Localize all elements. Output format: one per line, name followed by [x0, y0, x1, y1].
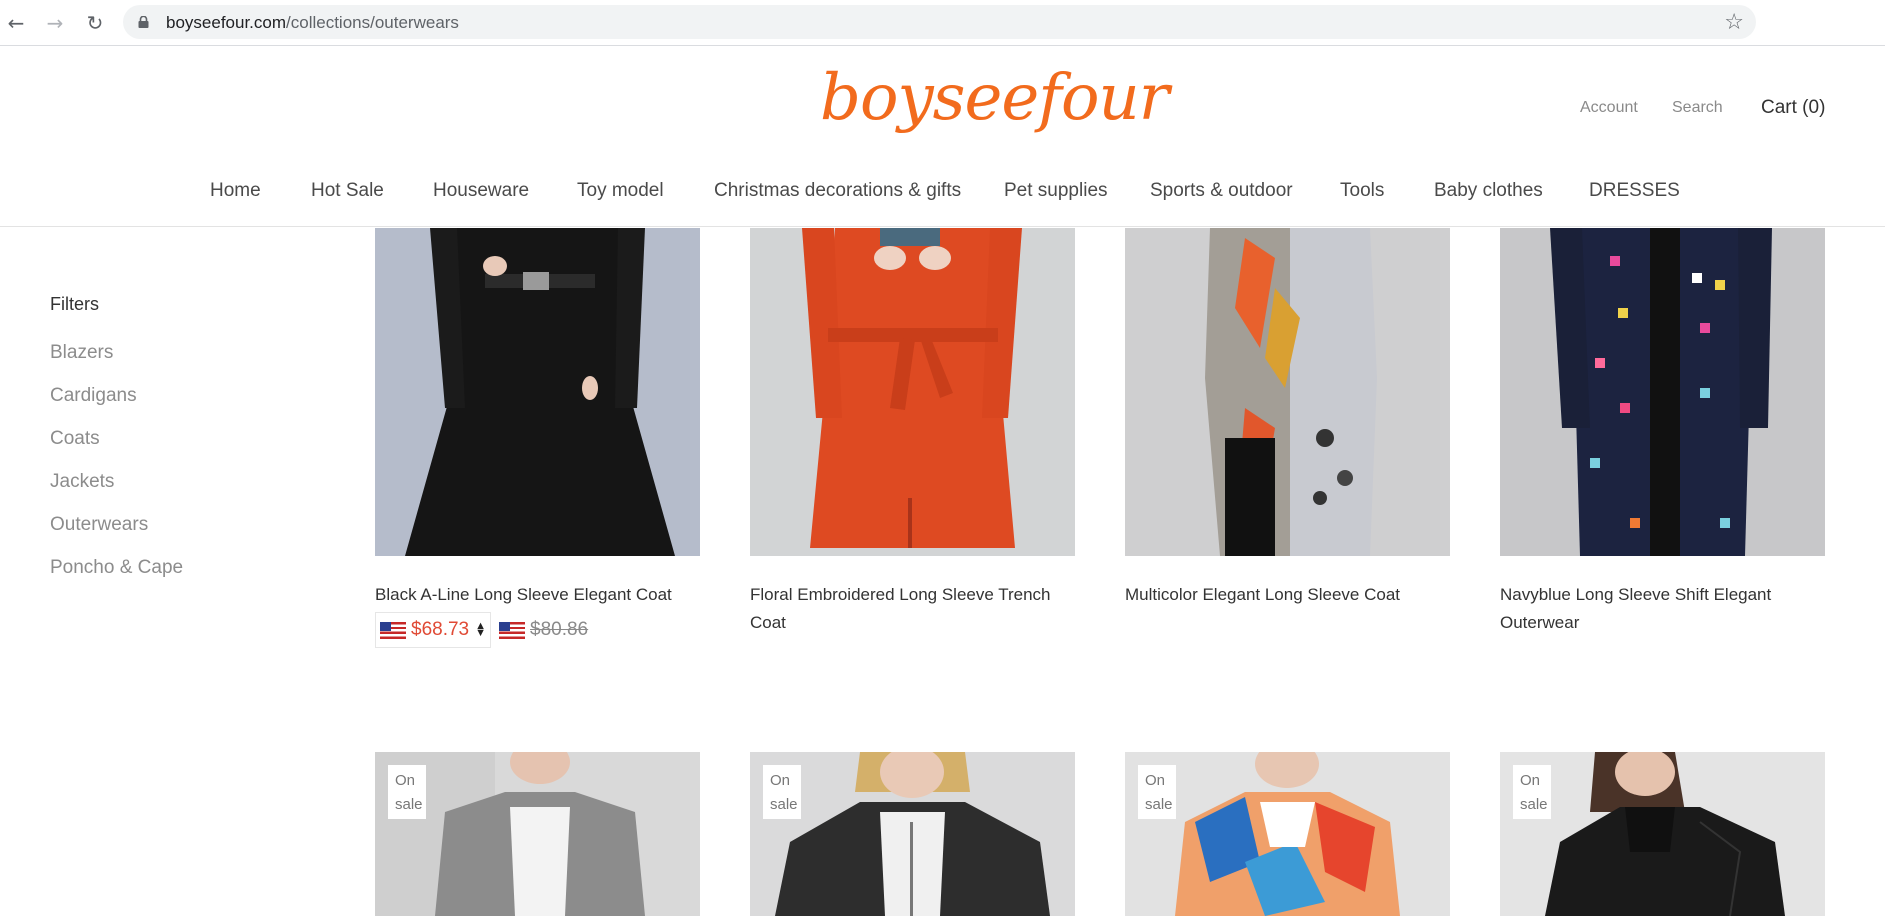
product-title[interactable]: Navyblue Long Sleeve Shift Elegant Outer… — [1500, 581, 1825, 637]
product-title[interactable]: Floral Embroidered Long Sleeve Trench Co… — [750, 581, 1075, 637]
product-image[interactable] — [375, 228, 700, 556]
compare-price: $80.86 — [530, 619, 589, 640]
sale-price: $68.73 — [411, 619, 470, 640]
filter-poncho-cape[interactable]: Poncho & Cape — [50, 557, 183, 579]
product-image[interactable] — [1125, 228, 1450, 556]
url-text: boyseefour.com/collections/outerwears — [166, 13, 459, 33]
product-image[interactable]: On sale — [1500, 752, 1825, 916]
account-link[interactable]: Account — [1580, 99, 1638, 117]
nav-item-pet-supplies[interactable]: Pet supplies — [1004, 180, 1108, 202]
black-coat-illustration — [375, 228, 700, 556]
address-bar[interactable]: boyseefour.com/collections/outerwears ☆ — [123, 5, 1756, 39]
on-sale-badge: On sale — [388, 765, 426, 819]
lock-icon — [138, 16, 149, 28]
compare-price-group: $80.86 — [499, 619, 588, 641]
on-sale-badge: On sale — [763, 765, 801, 819]
forward-arrow-icon[interactable]: → — [41, 9, 69, 37]
multicolor-coat-illustration — [1125, 228, 1450, 556]
nav-item-baby-clothes[interactable]: Baby clothes — [1434, 180, 1543, 202]
currency-selector[interactable]: $68.73 ▲ ▼ — [375, 612, 492, 648]
nav-item-sports-outdoor[interactable]: Sports & outdoor — [1150, 180, 1293, 202]
us-flag-icon — [499, 621, 526, 639]
filter-blazers[interactable]: Blazers — [50, 342, 113, 364]
nav-item-dresses[interactable]: DRESSES — [1589, 180, 1680, 202]
product-image[interactable]: On sale — [750, 752, 1075, 916]
nav-item-christmas[interactable]: Christmas decorations & gifts — [714, 180, 961, 202]
main-navigation: Home Hot Sale Houseware Toy model Christ… — [0, 180, 1885, 210]
site-logo[interactable]: boyseefour — [820, 61, 1169, 135]
nav-item-home[interactable]: Home — [210, 180, 261, 202]
navy-coat-illustration — [1500, 228, 1825, 556]
browser-toolbar: ← → ↻ boyseefour.com/collections/outerwe… — [0, 0, 1885, 46]
on-sale-badge: On sale — [1513, 765, 1551, 819]
nav-item-hot-sale[interactable]: Hot Sale — [311, 180, 384, 202]
product-title[interactable]: Black A-Line Long Sleeve Elegant Coat — [375, 581, 700, 609]
product-price-row: $68.73 ▲ ▼ $80.86 — [375, 612, 588, 648]
filter-jackets[interactable]: Jackets — [50, 471, 114, 493]
site-header: boyseefour Account Search Cart (0) Home … — [0, 47, 1885, 227]
on-sale-badge: On sale — [1138, 765, 1176, 819]
back-arrow-icon[interactable]: ← — [2, 9, 30, 37]
nav-item-houseware[interactable]: Houseware — [433, 180, 529, 202]
filter-coats[interactable]: Coats — [50, 428, 100, 450]
product-title[interactable]: Multicolor Elegant Long Sleeve Coat — [1125, 581, 1450, 609]
nav-item-tools[interactable]: Tools — [1340, 180, 1384, 202]
us-flag-icon — [380, 621, 406, 639]
product-image[interactable] — [750, 228, 1075, 556]
reload-icon[interactable]: ↻ — [81, 9, 109, 37]
url-path: /collections/outerwears — [286, 13, 459, 32]
nav-item-toy-model[interactable]: Toy model — [577, 180, 664, 202]
filter-outerwears[interactable]: Outerwears — [50, 514, 148, 536]
red-trench-illustration — [750, 228, 1075, 556]
filter-cardigans[interactable]: Cardigans — [50, 385, 137, 407]
product-image[interactable]: On sale — [375, 752, 700, 916]
search-link[interactable]: Search — [1672, 99, 1723, 117]
product-image[interactable]: On sale — [1125, 752, 1450, 916]
filters-heading: Filters — [50, 294, 99, 314]
cart-link[interactable]: Cart (0) — [1761, 97, 1825, 119]
currency-toggle-icon[interactable]: ▲ ▼ — [475, 621, 486, 639]
bookmark-star-icon[interactable]: ☆ — [1724, 10, 1744, 35]
url-domain: boyseefour.com — [166, 13, 287, 32]
product-image[interactable] — [1500, 228, 1825, 556]
